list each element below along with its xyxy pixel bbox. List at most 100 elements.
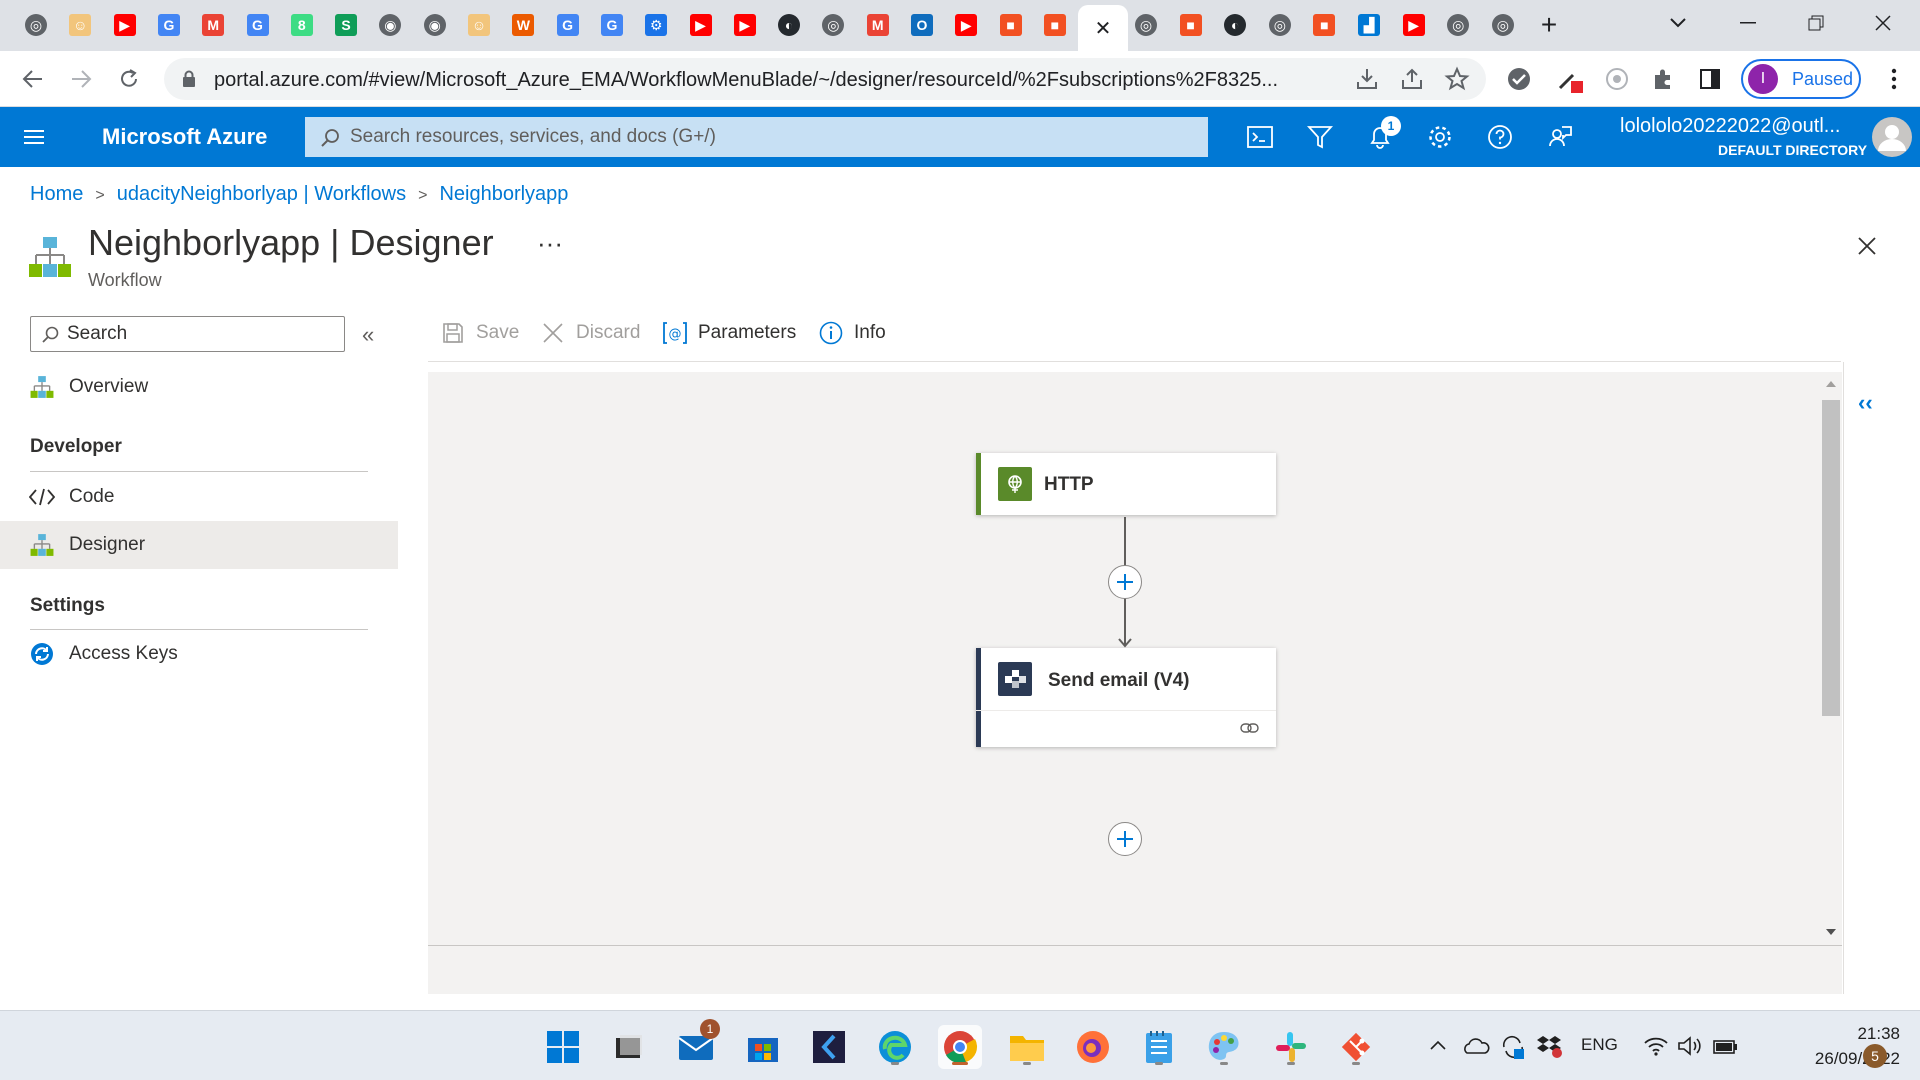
- discard-button[interactable]: Discard: [540, 318, 640, 348]
- new-tab-button[interactable]: +: [1531, 9, 1567, 40]
- battery-icon[interactable]: [1712, 1035, 1740, 1057]
- browser-tab[interactable]: ■: [993, 10, 1029, 40]
- share-icon[interactable]: [1399, 66, 1425, 92]
- bookmark-star-icon[interactable]: [1444, 66, 1470, 92]
- start-button[interactable]: [541, 1025, 585, 1069]
- browser-tab[interactable]: G: [151, 10, 187, 40]
- slack-app[interactable]: [1269, 1025, 1313, 1069]
- settings-button[interactable]: [1424, 121, 1456, 153]
- nav-item-code[interactable]: Code: [0, 473, 398, 521]
- browser-tab[interactable]: 8: [284, 10, 320, 40]
- dropbox-icon[interactable]: [1536, 1033, 1564, 1059]
- browser-tab[interactable]: M: [195, 10, 231, 40]
- browser-tab[interactable]: ☺: [62, 10, 98, 40]
- reload-button[interactable]: [113, 63, 145, 95]
- global-search-input[interactable]: [350, 126, 1190, 148]
- clock-time[interactable]: 21:38: [1820, 1024, 1900, 1044]
- browser-tab[interactable]: ■: [1173, 10, 1209, 40]
- help-button[interactable]: [1484, 121, 1516, 153]
- breadcrumb-workflow[interactable]: Neighborlyapp: [439, 183, 568, 205]
- chevron-up-icon[interactable]: [1429, 1039, 1447, 1051]
- nav-search-box[interactable]: [30, 316, 345, 352]
- address-bar[interactable]: portal.azure.com/#view/Microsoft_Azure_E…: [164, 58, 1486, 100]
- vscode-app[interactable]: [807, 1025, 851, 1069]
- file-explorer-app[interactable]: [1005, 1025, 1049, 1069]
- extension-check-icon[interactable]: [1503, 63, 1535, 95]
- global-search-box[interactable]: [305, 117, 1208, 157]
- side-panel-icon[interactable]: [1694, 63, 1726, 95]
- edge-app[interactable]: [873, 1025, 917, 1069]
- add-step-button[interactable]: [1108, 822, 1142, 856]
- close-tab-icon[interactable]: ✕: [1095, 16, 1112, 41]
- extension-eyedropper-icon[interactable]: [1553, 63, 1585, 95]
- more-options-button[interactable]: ···: [537, 228, 563, 259]
- nav-item-access-keys[interactable]: Access Keys: [0, 630, 398, 678]
- browser-tab[interactable]: ■: [1037, 10, 1073, 40]
- directory-filter-button[interactable]: [1304, 121, 1336, 153]
- browser-tab[interactable]: ■: [1306, 10, 1342, 40]
- browser-tab[interactable]: ⚙: [638, 10, 674, 40]
- volume-icon[interactable]: [1677, 1035, 1703, 1057]
- back-button[interactable]: [17, 63, 49, 95]
- expand-panel-button[interactable]: ‹‹: [1858, 390, 1873, 416]
- scroll-down-icon[interactable]: [1826, 928, 1836, 936]
- sync-icon[interactable]: [1500, 1035, 1526, 1059]
- send-email-action-card[interactable]: Send email (V4): [976, 648, 1276, 747]
- wifi-icon[interactable]: [1643, 1035, 1669, 1057]
- git-app[interactable]: [1334, 1025, 1378, 1069]
- browser-tab[interactable]: ▶: [683, 10, 719, 40]
- info-button[interactable]: Info: [818, 318, 886, 348]
- install-app-icon[interactable]: [1354, 66, 1380, 92]
- paint-app[interactable]: [1202, 1025, 1246, 1069]
- profile-button[interactable]: I Paused: [1741, 59, 1861, 99]
- forward-button[interactable]: [65, 63, 97, 95]
- extensions-puzzle-icon[interactable]: [1647, 63, 1679, 95]
- collapse-nav-button[interactable]: «: [362, 322, 388, 348]
- browser-tab[interactable]: ◐: [771, 10, 807, 40]
- browser-tab[interactable]: G: [550, 10, 586, 40]
- browser-tab[interactable]: ◎: [1128, 10, 1164, 40]
- feedback-button[interactable]: [1544, 121, 1576, 153]
- browser-tab[interactable]: G: [240, 10, 276, 40]
- browser-tab[interactable]: ▶: [948, 10, 984, 40]
- browser-tab[interactable]: ◐: [1217, 10, 1253, 40]
- firefox-app[interactable]: [1071, 1025, 1115, 1069]
- notepad-app[interactable]: [1137, 1025, 1181, 1069]
- browser-tab[interactable]: ▶: [1396, 10, 1432, 40]
- breadcrumb-home[interactable]: Home: [30, 183, 83, 205]
- input-language[interactable]: ENG: [1581, 1035, 1618, 1055]
- browser-tab[interactable]: ◎: [1440, 10, 1476, 40]
- nav-search-input[interactable]: [67, 323, 327, 345]
- cloud-shell-button[interactable]: [1244, 121, 1276, 153]
- http-trigger-card[interactable]: HTTP: [976, 453, 1276, 515]
- browser-tab[interactable]: ☺: [461, 10, 497, 40]
- browser-tab[interactable]: ◉: [372, 10, 408, 40]
- browser-tab[interactable]: ◎: [18, 10, 54, 40]
- scrollbar-thumb[interactable]: [1822, 400, 1840, 716]
- browser-tab[interactable]: M: [860, 10, 896, 40]
- browser-tab[interactable]: S: [328, 10, 364, 40]
- browser-tab[interactable]: ◉: [417, 10, 453, 40]
- account-email[interactable]: lolololo20222022@outl...: [1620, 115, 1840, 138]
- account-directory[interactable]: DEFAULT DIRECTORY: [1718, 142, 1867, 158]
- browser-tab[interactable]: ◎: [1485, 10, 1521, 40]
- browser-menu-icon[interactable]: [1878, 63, 1910, 95]
- account-avatar[interactable]: [1872, 117, 1912, 157]
- browser-tab[interactable]: G: [594, 10, 630, 40]
- insert-step-button[interactable]: [1108, 565, 1142, 599]
- close-window-button[interactable]: [1860, 8, 1906, 38]
- mail-app[interactable]: 1: [674, 1019, 720, 1069]
- restore-button[interactable]: [1793, 8, 1839, 38]
- breadcrumb-workflows[interactable]: udacityNeighborlyap | Workflows: [117, 183, 406, 205]
- browser-tab[interactable]: ▶: [107, 10, 143, 40]
- store-app[interactable]: [741, 1025, 785, 1069]
- extension-circle-icon[interactable]: [1601, 63, 1633, 95]
- parameters-button[interactable]: @ Parameters: [662, 318, 796, 348]
- minimize-button[interactable]: [1725, 8, 1771, 38]
- chrome-app[interactable]: [938, 1025, 982, 1069]
- hamburger-menu-icon[interactable]: [22, 125, 46, 149]
- notification-center-badge[interactable]: 5: [1863, 1044, 1887, 1068]
- browser-tab[interactable]: ▶: [727, 10, 763, 40]
- tab-search-button[interactable]: [1655, 8, 1701, 38]
- connection-link-icon[interactable]: [1240, 720, 1260, 736]
